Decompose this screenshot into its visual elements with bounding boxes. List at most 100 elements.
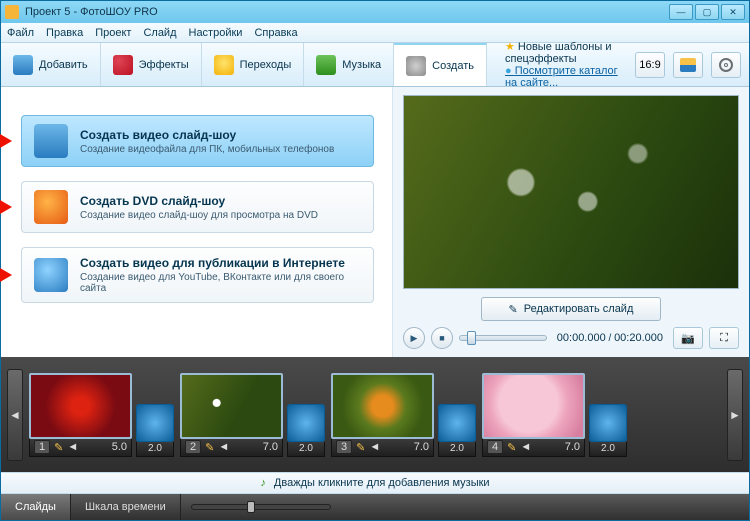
zoom-knob[interactable] <box>247 501 255 513</box>
slide-duration: 7.0 <box>263 441 278 453</box>
pencil-icon[interactable]: ✎ <box>54 441 63 454</box>
tab-create[interactable]: Создать <box>394 43 487 86</box>
menu-edit[interactable]: Правка <box>46 27 83 39</box>
slide-number: 1 <box>34 440 50 454</box>
slide-thumb[interactable] <box>331 373 434 439</box>
zoom-slider[interactable] <box>191 504 331 510</box>
slide-thumb[interactable] <box>180 373 283 439</box>
bottom-tab-timeline[interactable]: Шкала времени <box>71 494 181 520</box>
transition-duration: 2.0 <box>136 442 174 457</box>
camera-icon <box>13 55 33 75</box>
option2-title: Создать DVD слайд-шоу <box>80 194 318 208</box>
option3-desc: Создание видео для YouTube, ВКонтакте ил… <box>80 272 361 294</box>
transition[interactable]: 2.0 <box>136 404 174 457</box>
tab-add[interactable]: Добавить <box>1 43 101 86</box>
menu-help[interactable]: Справка <box>254 27 297 39</box>
play-button[interactable]: ▶ <box>403 327 425 349</box>
close-button[interactable]: ✕ <box>721 4 745 20</box>
titlebar: Проект 5 - ФотоШОУ PRO — ▢ ✕ <box>1 1 749 23</box>
pencil-icon[interactable]: ✎ <box>205 441 214 454</box>
reel-icon <box>406 56 426 76</box>
preview-image[interactable] <box>403 95 739 289</box>
option-create-dvd[interactable]: Создать DVD слайд-шоуСоздание видео слай… <box>21 181 374 233</box>
monitor-icon <box>34 124 68 158</box>
transition[interactable]: 2.0 <box>438 404 476 457</box>
timeline-scroll-left[interactable]: ◄ <box>7 369 23 461</box>
menu-settings[interactable]: Настройки <box>189 27 243 39</box>
arrow-icon <box>0 200 19 214</box>
palette-icon <box>113 55 133 75</box>
slide-info: 1 ✎ ◄ 5.0 <box>29 439 132 457</box>
transition-thumb[interactable] <box>589 404 627 442</box>
tab-transitions-label: Переходы <box>240 59 292 71</box>
timeline: ◄ 1 ✎ ◄ 5.0 2.0 2 ✎ ◄ 7.0 2.0 <box>1 357 749 472</box>
caret-icon[interactable]: ◄ <box>369 441 380 453</box>
music-add-icon: ♪ <box>260 477 266 489</box>
transition-thumb[interactable] <box>438 404 476 442</box>
seek-knob[interactable] <box>467 331 476 345</box>
time-total: 00:20.000 <box>614 332 663 344</box>
tab-effects[interactable]: Эффекты <box>101 43 202 86</box>
fullscreen-button[interactable]: ⛶ <box>709 327 739 349</box>
aspect-ratio-label: 16:9 <box>639 59 660 71</box>
transition-thumb[interactable] <box>136 404 174 442</box>
edit-slide-label: Редактировать слайд <box>524 303 634 315</box>
tab-music[interactable]: Музыка <box>304 43 394 86</box>
slide-thumb[interactable] <box>29 373 132 439</box>
settings-button[interactable] <box>711 52 741 78</box>
slide-info: 2 ✎ ◄ 7.0 <box>180 439 283 457</box>
slide-duration: 7.0 <box>414 441 429 453</box>
slide-thumb[interactable] <box>482 373 585 439</box>
tab-add-label: Добавить <box>39 59 88 71</box>
pencil-icon[interactable]: ✎ <box>356 441 365 454</box>
menu-file[interactable]: Файл <box>7 27 34 39</box>
slide-duration: 5.0 <box>112 441 127 453</box>
option-create-video[interactable]: Создать видео слайд-шоуСоздание видеофай… <box>21 115 374 167</box>
caret-icon[interactable]: ◄ <box>520 441 531 453</box>
music-hint: Дважды кликните для добавления музыки <box>274 477 490 489</box>
transition[interactable]: 2.0 <box>589 404 627 457</box>
menu-slide[interactable]: Слайд <box>143 27 176 39</box>
arrow-icon <box>0 268 19 282</box>
promo-link[interactable]: Посмотрите каталог на сайте... <box>505 65 627 89</box>
music-icon <box>316 55 336 75</box>
caret-icon[interactable]: ◄ <box>218 441 229 453</box>
seek-slider[interactable] <box>459 335 547 341</box>
transition[interactable]: 2.0 <box>287 404 325 457</box>
timeline-slide[interactable]: 1 ✎ ◄ 5.0 2.0 <box>29 373 176 457</box>
transition-duration: 2.0 <box>589 442 627 457</box>
disc-icon <box>34 190 68 224</box>
theme-button[interactable] <box>673 52 703 78</box>
minimize-button[interactable]: — <box>669 4 693 20</box>
snapshot-button[interactable]: 📷 <box>673 327 703 349</box>
aspect-ratio-button[interactable]: 16:9 <box>635 52 665 78</box>
promo-line1: Новые шаблоны и спецэффекты <box>505 40 627 65</box>
maximize-button[interactable]: ▢ <box>695 4 719 20</box>
menubar: Файл Правка Проект Слайд Настройки Справ… <box>1 23 749 43</box>
create-panel: Создать видео слайд-шоуСоздание видеофай… <box>1 87 393 357</box>
tab-transitions[interactable]: Переходы <box>202 43 305 86</box>
timeline-slide[interactable]: 3✎◄7.0 2.0 <box>331 373 478 457</box>
timeline-scroll-right[interactable]: ► <box>727 369 743 461</box>
bottom-tab-slides[interactable]: Слайды <box>1 494 71 520</box>
timeline-track[interactable]: 1✎◄5.0 2.0 2✎◄7.0 2.0 3✎◄7.0 2.0 <box>29 373 721 457</box>
pencil-icon[interactable]: ✎ <box>507 441 516 454</box>
option-create-web[interactable]: Создать видео для публикации в Интернете… <box>21 247 374 303</box>
caret-icon[interactable]: ◄ <box>67 441 78 453</box>
timeline-slide[interactable]: 4✎◄7.0 2.0 <box>482 373 629 457</box>
sunset-icon <box>680 58 696 72</box>
slide-duration: 7.0 <box>565 441 580 453</box>
promo-box: Новые шаблоны и спецэффекты Посмотрите к… <box>505 40 627 89</box>
workarea: Создать видео слайд-шоуСоздание видеофай… <box>1 87 749 357</box>
time-display: 00:00.000 / 00:20.000 <box>557 332 663 344</box>
stop-button[interactable]: ■ <box>431 327 453 349</box>
transition-thumb[interactable] <box>287 404 325 442</box>
timeline-slide[interactable]: 2 ✎ ◄ 7.0 2.0 <box>180 373 327 457</box>
edit-slide-button[interactable]: ✎Редактировать слайд <box>481 297 661 321</box>
music-track[interactable]: ♪ Дважды кликните для добавления музыки <box>1 472 749 494</box>
slide-info: 3✎◄7.0 <box>331 439 434 457</box>
menu-project[interactable]: Проект <box>95 27 131 39</box>
tab-music-label: Музыка <box>342 59 381 71</box>
preview-panel: ✎Редактировать слайд ▶ ■ 00:00.000 / 00:… <box>393 87 749 357</box>
slide-number: 2 <box>185 440 201 454</box>
